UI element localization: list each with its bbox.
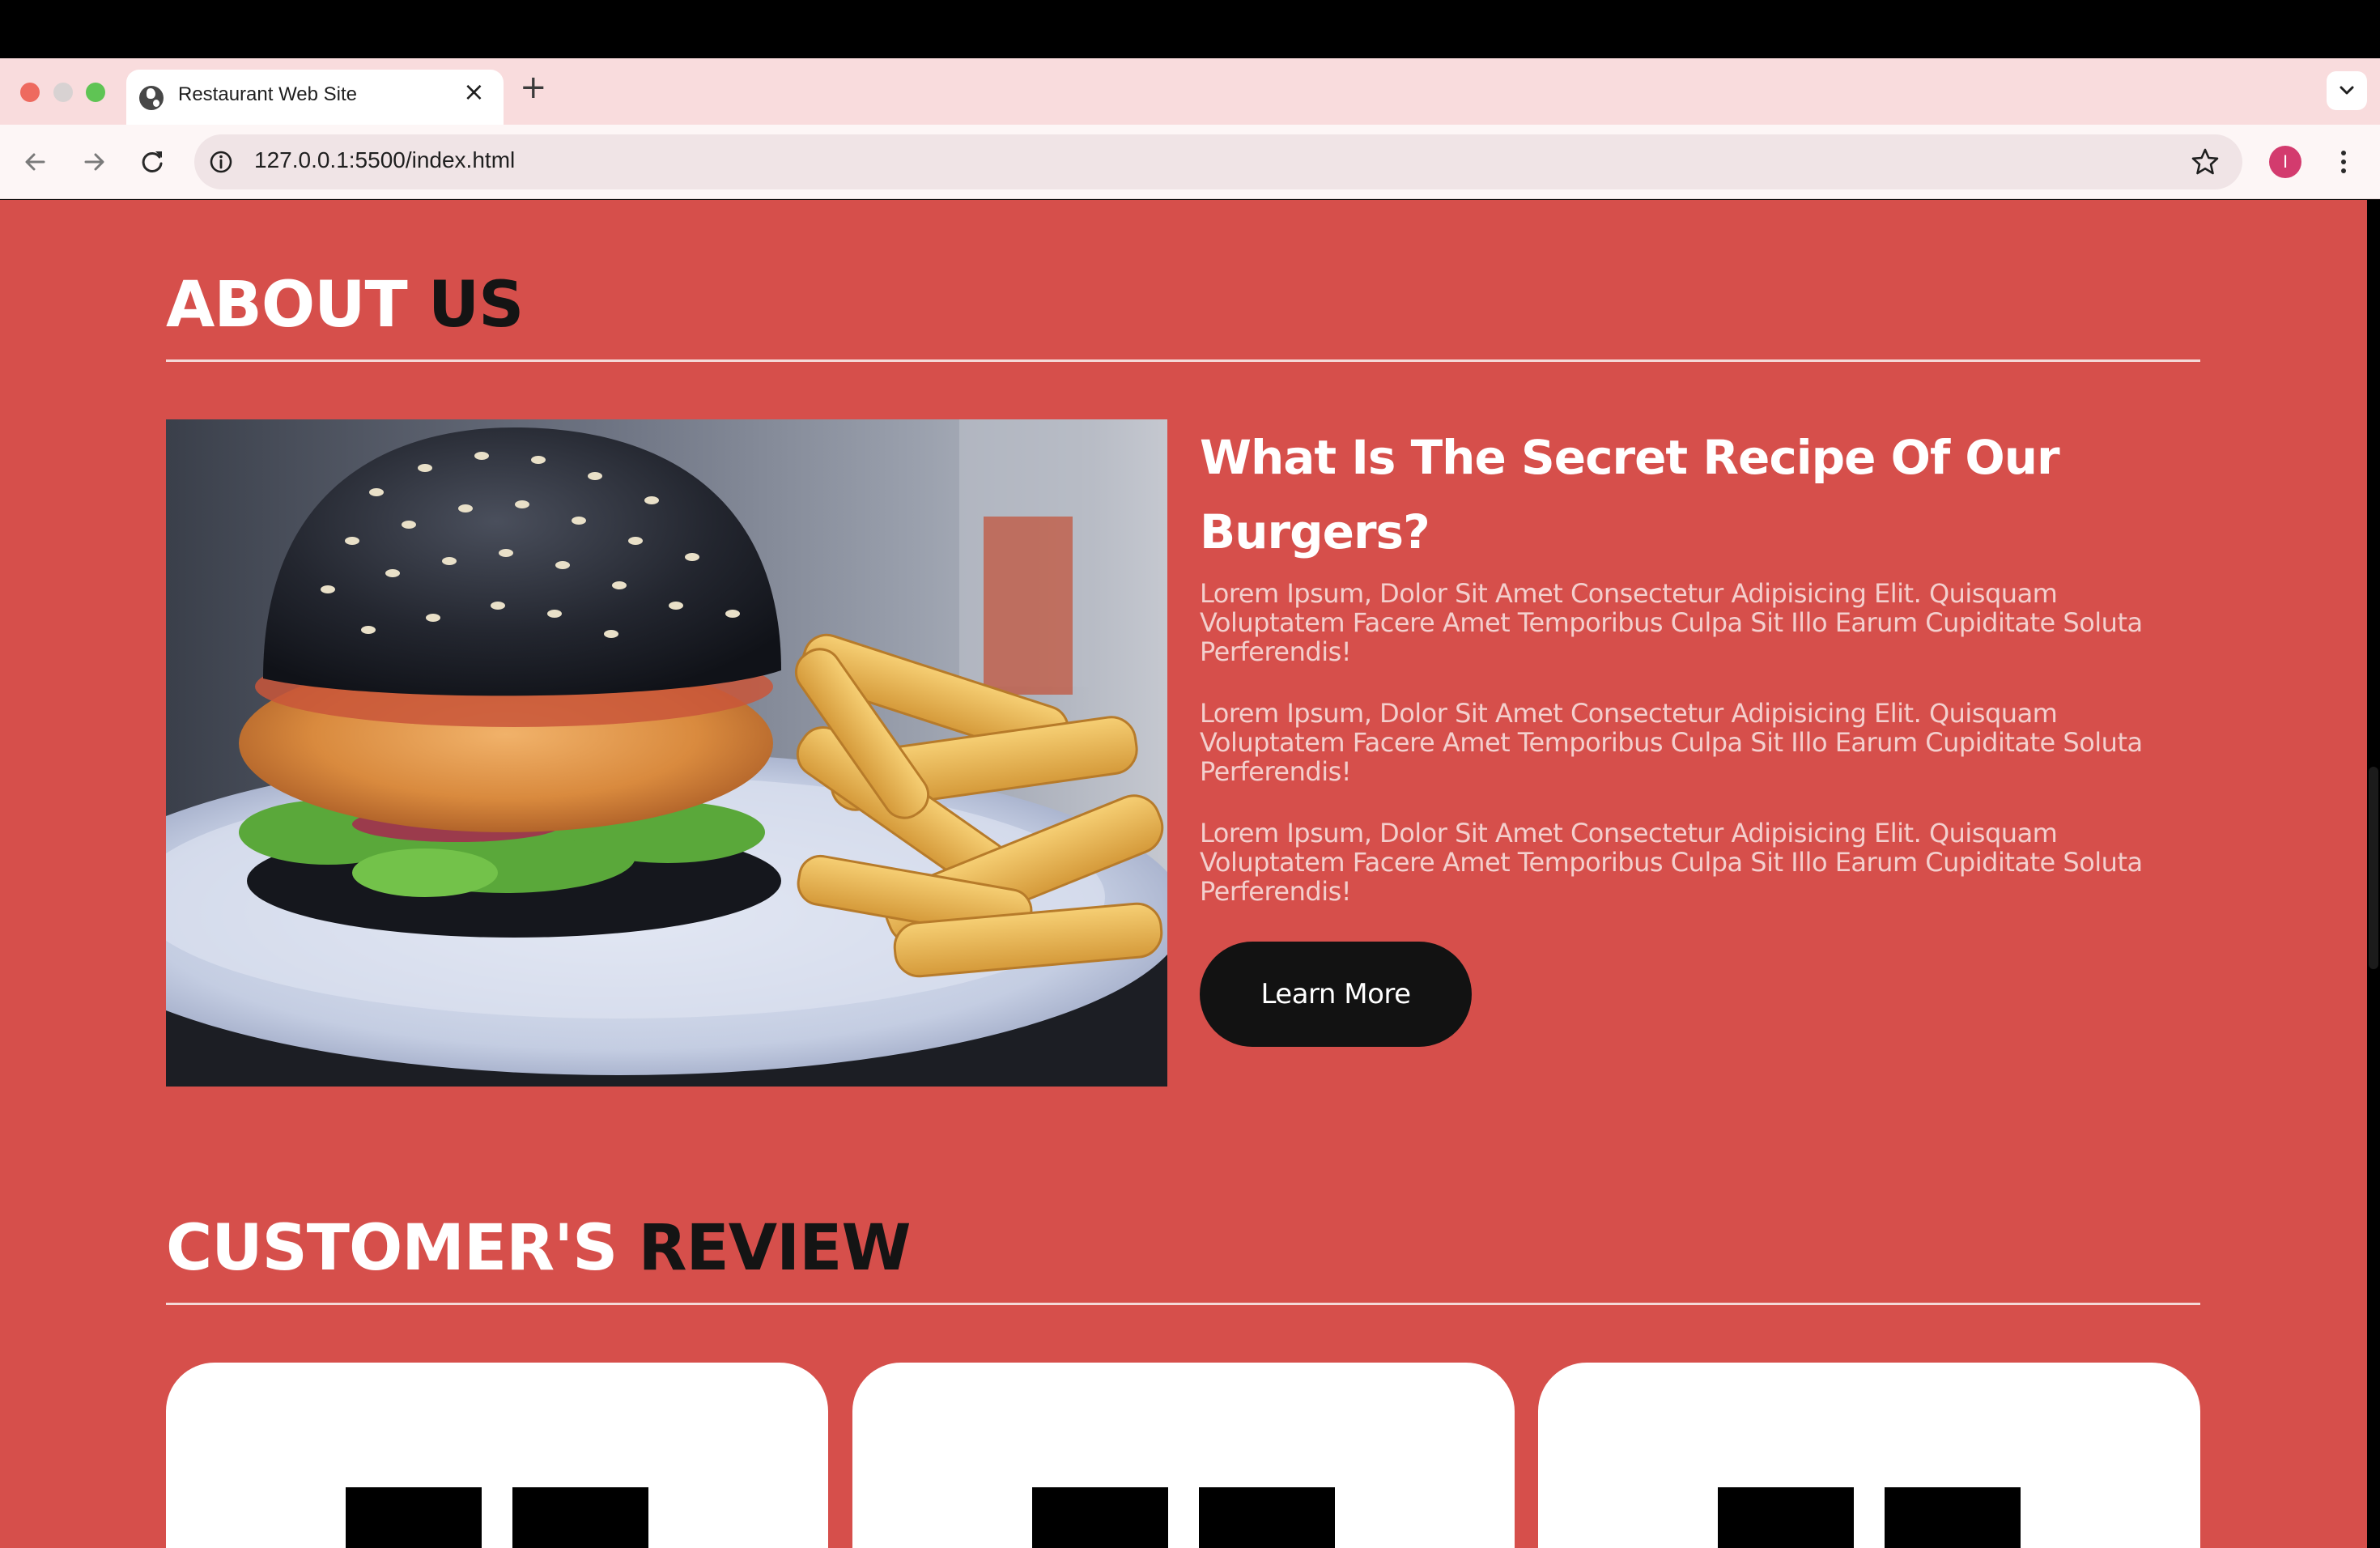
quote-icon <box>346 1487 482 1548</box>
forward-arrow-icon[interactable] <box>76 144 112 180</box>
burger-image <box>166 419 1167 1087</box>
address-bar[interactable]: 127.0.0.1:5500/index.html <box>194 134 2242 189</box>
window-minimize-button[interactable] <box>53 83 73 102</box>
globe-icon <box>139 86 164 110</box>
close-icon[interactable]: × <box>463 79 485 104</box>
review-divider <box>166 1303 2200 1305</box>
review-card <box>852 1363 1515 1548</box>
tab-title: Restaurant Web Site <box>178 83 358 105</box>
review-card <box>1538 1363 2200 1548</box>
chevron-down-icon <box>2340 86 2354 95</box>
site-info-icon[interactable] <box>207 148 235 176</box>
review-heading: CUSTOMER'S REVIEW <box>166 1212 912 1285</box>
quote-icon <box>512 1487 648 1548</box>
quote-icon <box>1718 1487 1854 1548</box>
tab-search-button[interactable] <box>2327 71 2367 110</box>
about-paragraph-2: Lorem Ipsum, Dolor Sit Amet Consectetur … <box>1200 698 2143 787</box>
about-paragraph-3: Lorem Ipsum, Dolor Sit Amet Consectetur … <box>1200 818 2143 907</box>
window-close-button[interactable] <box>20 83 40 102</box>
scrollbar-thumb[interactable] <box>2369 767 2378 969</box>
review-card <box>166 1363 828 1548</box>
back-arrow-icon[interactable] <box>18 144 53 180</box>
review-heading-white: CUSTOMER'S <box>166 1212 618 1285</box>
profile-avatar[interactable]: I <box>2269 146 2301 178</box>
bookmark-star-icon[interactable] <box>2189 146 2221 178</box>
reload-icon[interactable] <box>134 144 170 180</box>
review-heading-dark: REVIEW <box>638 1212 911 1285</box>
about-heading-dark: US <box>427 269 525 342</box>
about-heading: ABOUT US <box>166 269 525 342</box>
about-paragraph-1: Lorem Ipsum, Dolor Sit Amet Consectetur … <box>1200 578 2143 667</box>
screen-top-bar <box>0 0 2380 58</box>
about-heading-white: ABOUT <box>166 269 408 342</box>
about-divider <box>166 359 2200 362</box>
more-menu-icon[interactable] <box>2331 146 2356 178</box>
browser-tab-active[interactable]: Restaurant Web Site × <box>126 70 504 125</box>
page-viewport: ABOUT US What Is The Secret Recipe Of Ou… <box>0 200 2380 1548</box>
about-title: What Is The Secret Recipe Of Our Burgers… <box>1200 430 2060 559</box>
url-text[interactable]: 127.0.0.1:5500/index.html <box>254 147 515 173</box>
new-tab-plus-icon[interactable]: + <box>520 71 547 104</box>
quote-icon <box>1885 1487 2021 1548</box>
window-maximize-button[interactable] <box>86 83 105 102</box>
quote-icon <box>1199 1487 1335 1548</box>
quote-icon <box>1032 1487 1168 1548</box>
learn-more-button[interactable]: Learn More <box>1200 942 1472 1047</box>
